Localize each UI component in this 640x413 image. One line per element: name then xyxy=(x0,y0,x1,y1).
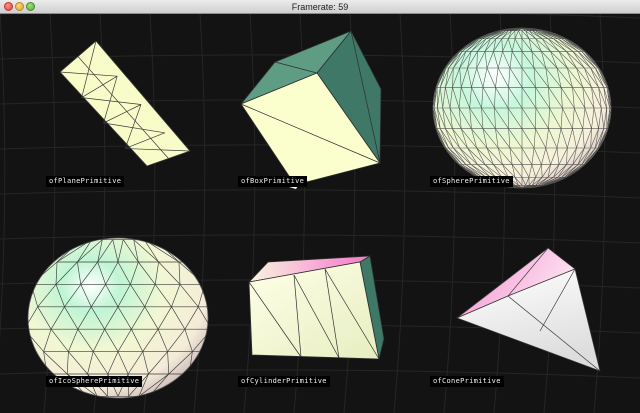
label-sphere-primitive: ofSpherePrimitive xyxy=(430,176,513,187)
app-window: Framerate: 59 ofPlanePrimitive ofBoxPrim… xyxy=(0,0,640,413)
window-title: Framerate: 59 xyxy=(291,2,349,12)
sphere-primitive xyxy=(432,27,612,189)
label-icosphere-primitive: ofIcoSpherePrimitive xyxy=(46,376,143,387)
label-box-primitive: ofBoxPrimitive xyxy=(238,176,308,187)
cone-primitive xyxy=(456,247,601,372)
label-cylinder-primitive: ofCylinderPrimitive xyxy=(238,376,330,387)
render-canvas[interactable]: ofPlanePrimitive ofBoxPrimitive ofSphere… xyxy=(0,14,640,413)
label-cone-primitive: ofConePrimitive xyxy=(430,376,504,387)
cylinder-primitive xyxy=(248,255,385,360)
title-bar: Framerate: 59 xyxy=(0,0,640,14)
scene-svg xyxy=(0,14,640,413)
icosphere-primitive xyxy=(27,237,209,399)
label-plane-primitive: ofPlanePrimitive xyxy=(46,176,125,187)
